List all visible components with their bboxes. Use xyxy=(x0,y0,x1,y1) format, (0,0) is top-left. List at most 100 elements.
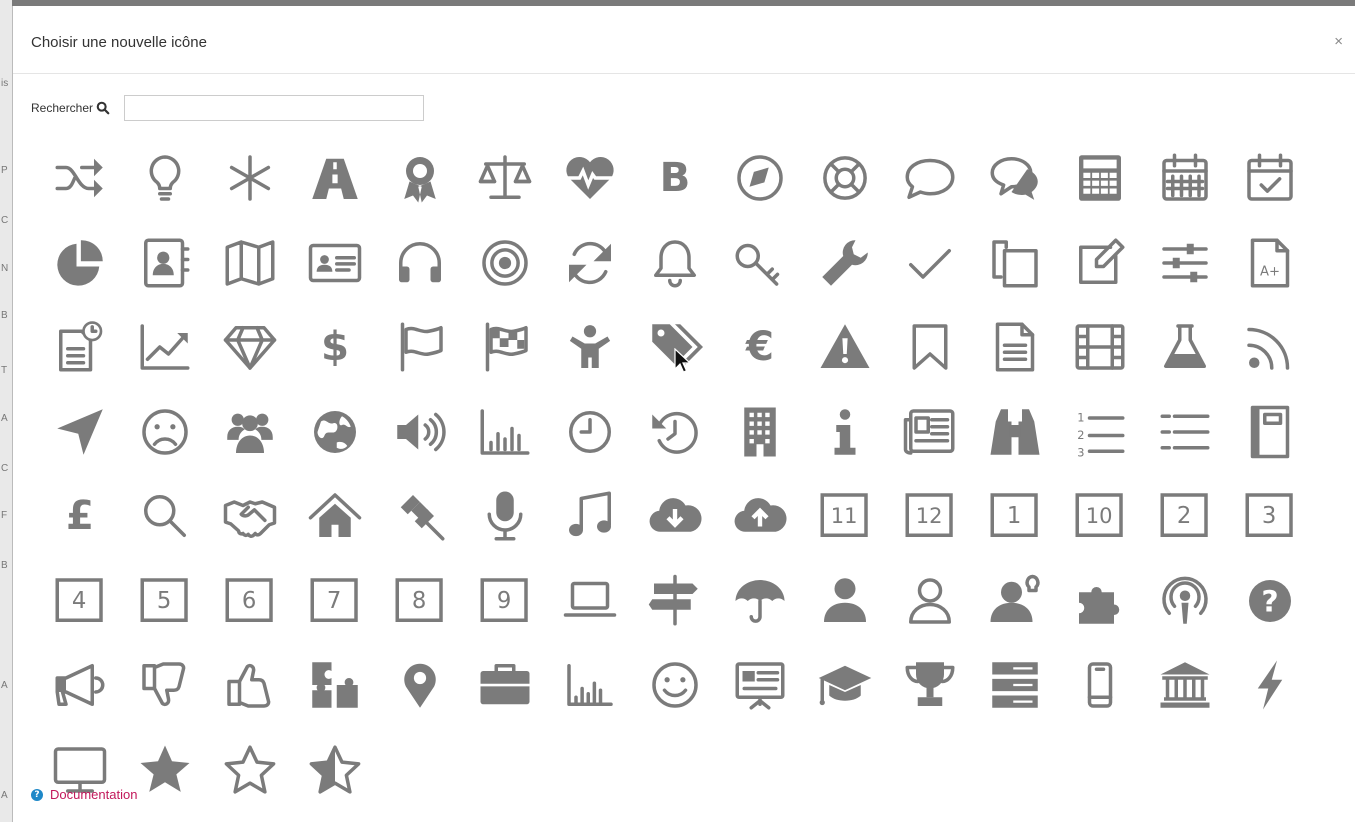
cloud-upload-icon[interactable] xyxy=(717,474,802,559)
refresh-icon[interactable] xyxy=(547,221,632,306)
flask-icon[interactable] xyxy=(1142,305,1227,390)
location-arrow-icon[interactable] xyxy=(37,390,122,475)
search-icon[interactable] xyxy=(122,474,207,559)
number-12-icon[interactable]: 12 xyxy=(887,474,972,559)
music-icon[interactable] xyxy=(547,474,632,559)
institution-icon[interactable] xyxy=(1142,643,1227,728)
laptop-icon[interactable] xyxy=(547,559,632,644)
history-icon[interactable] xyxy=(632,390,717,475)
comments-icon[interactable] xyxy=(972,136,1057,221)
podcast-icon[interactable] xyxy=(1142,559,1227,644)
pie-chart-icon[interactable] xyxy=(37,221,122,306)
calendar-icon[interactable] xyxy=(1142,136,1227,221)
lightbulb-icon[interactable] xyxy=(122,136,207,221)
copy-icon[interactable] xyxy=(972,221,1057,306)
bookmark-icon[interactable] xyxy=(887,305,972,390)
binoculars-icon[interactable] xyxy=(972,390,1057,475)
pound-icon[interactable]: £ xyxy=(37,474,122,559)
puzzle-icon[interactable] xyxy=(292,643,377,728)
number-5-icon[interactable]: 5 xyxy=(122,559,207,644)
diamond-icon[interactable] xyxy=(207,305,292,390)
briefcase-icon[interactable] xyxy=(462,643,547,728)
trophy-icon[interactable] xyxy=(887,643,972,728)
mobile-icon[interactable] xyxy=(1057,643,1142,728)
bolt-icon[interactable] xyxy=(1227,643,1312,728)
list-icon[interactable] xyxy=(1142,390,1227,475)
star-outline-icon[interactable] xyxy=(207,728,292,813)
clock-icon[interactable] xyxy=(547,390,632,475)
number-6-icon[interactable]: 6 xyxy=(207,559,292,644)
map-icon[interactable] xyxy=(207,221,292,306)
gavel-icon[interactable] xyxy=(377,474,462,559)
signpost-icon[interactable] xyxy=(632,559,717,644)
documentation-link[interactable]: Documentation xyxy=(50,787,137,802)
number-4-icon[interactable]: 4 xyxy=(37,559,122,644)
bullhorn-icon[interactable] xyxy=(37,643,122,728)
info-icon[interactable] xyxy=(802,390,887,475)
bar-chart-small-icon[interactable] xyxy=(547,643,632,728)
award-icon[interactable] xyxy=(377,136,462,221)
film-icon[interactable] xyxy=(1057,305,1142,390)
sliders-icon[interactable] xyxy=(1142,221,1227,306)
user-outline-icon[interactable] xyxy=(887,559,972,644)
star-half-icon[interactable] xyxy=(292,728,377,813)
server-icon[interactable] xyxy=(972,643,1057,728)
dollar-icon[interactable]: $ xyxy=(292,305,377,390)
bell-icon[interactable] xyxy=(632,221,717,306)
line-chart-icon[interactable] xyxy=(122,305,207,390)
presentation-icon[interactable] xyxy=(717,643,802,728)
cloud-download-icon[interactable] xyxy=(632,474,717,559)
headphones-icon[interactable] xyxy=(377,221,462,306)
contact-book-icon[interactable] xyxy=(122,221,207,306)
id-card-icon[interactable] xyxy=(292,221,377,306)
microphone-icon[interactable] xyxy=(462,474,547,559)
question-circle-icon[interactable]: ? xyxy=(1227,559,1312,644)
compass-icon[interactable] xyxy=(717,136,802,221)
number-7-icon[interactable]: 7 xyxy=(292,559,377,644)
life-ring-icon[interactable] xyxy=(802,136,887,221)
road-icon[interactable] xyxy=(292,136,377,221)
file-text-icon[interactable] xyxy=(972,305,1057,390)
notebook-icon[interactable] xyxy=(1227,390,1312,475)
home-icon[interactable] xyxy=(292,474,377,559)
asterisk-icon[interactable] xyxy=(207,136,292,221)
number-3-icon[interactable]: 3 xyxy=(1227,474,1312,559)
building-icon[interactable] xyxy=(717,390,802,475)
flag-checkered-icon[interactable] xyxy=(462,305,547,390)
thumbs-up-icon[interactable] xyxy=(207,643,292,728)
newspaper-icon[interactable] xyxy=(887,390,972,475)
users-icon[interactable] xyxy=(207,390,292,475)
target-icon[interactable] xyxy=(462,221,547,306)
number-11-icon[interactable]: 11 xyxy=(802,474,887,559)
close-button[interactable]: × xyxy=(1334,34,1343,49)
rss-icon[interactable] xyxy=(1227,305,1312,390)
balance-scale-icon[interactable] xyxy=(462,136,547,221)
number-10-icon[interactable]: 10 xyxy=(1057,474,1142,559)
smile-icon[interactable] xyxy=(632,643,717,728)
number-8-icon[interactable]: 8 xyxy=(377,559,462,644)
frown-icon[interactable] xyxy=(122,390,207,475)
number-2-icon[interactable]: 2 xyxy=(1142,474,1227,559)
flag-outline-icon[interactable] xyxy=(377,305,462,390)
umbrella-icon[interactable] xyxy=(717,559,802,644)
map-marker-icon[interactable] xyxy=(377,643,462,728)
wrench-icon[interactable] xyxy=(802,221,887,306)
user-idea-icon[interactable] xyxy=(972,559,1057,644)
key-icon[interactable] xyxy=(717,221,802,306)
document-clock-icon[interactable] xyxy=(37,305,122,390)
globe-icon[interactable] xyxy=(292,390,377,475)
number-1-icon[interactable]: 1 xyxy=(972,474,1057,559)
user-icon[interactable] xyxy=(802,559,887,644)
calendar-check-icon[interactable] xyxy=(1227,136,1312,221)
volume-up-icon[interactable] xyxy=(377,390,462,475)
number-9-icon[interactable]: 9 xyxy=(462,559,547,644)
checkmark-icon[interactable] xyxy=(887,221,972,306)
graduation-cap-icon[interactable] xyxy=(802,643,887,728)
euro-icon[interactable]: € xyxy=(717,305,802,390)
thumbs-down-icon[interactable] xyxy=(122,643,207,728)
child-icon[interactable] xyxy=(547,305,632,390)
comment-icon[interactable] xyxy=(887,136,972,221)
bitcoin-icon[interactable]: B xyxy=(632,136,717,221)
handshake-icon[interactable] xyxy=(207,474,292,559)
puzzle-piece-icon[interactable] xyxy=(1057,559,1142,644)
